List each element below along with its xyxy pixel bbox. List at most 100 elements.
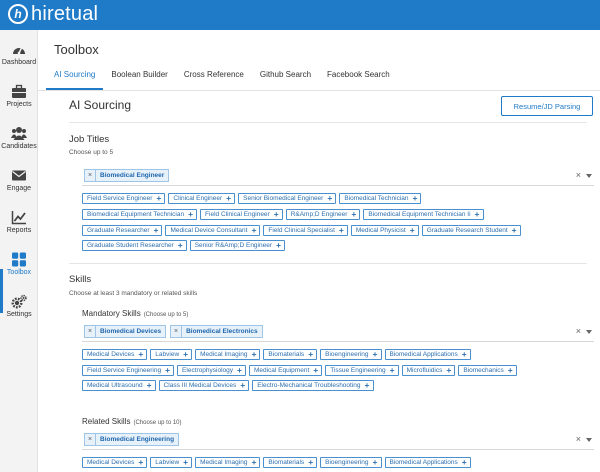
suggestion-chip[interactable]: Electro-Mechanical Troubleshooting +	[252, 380, 374, 391]
suggestion-chip[interactable]: Biomedical Equipment Technician Ii +	[363, 209, 484, 220]
skills-label: Skills	[69, 274, 92, 285]
suggestion-chip[interactable]: Graduate Research Student +	[421, 225, 521, 236]
suggestion-chip-label: Biomedical Technician	[344, 195, 409, 202]
envelope-icon	[12, 170, 26, 181]
related-skills-select[interactable]: × Biomedical Engineering ×	[82, 430, 594, 450]
suggestion-chip[interactable]: Biomedical Technician +	[339, 193, 422, 204]
clear-all-icon[interactable]: ×	[576, 326, 581, 336]
job-title-suggestions: Biomedical Equipment Technician + Field Cl…	[82, 209, 487, 220]
suggestion-chip[interactable]: Graduate Student Researcher +	[82, 240, 187, 251]
suggestion-chip[interactable]: Class III Medical Devices +	[158, 380, 250, 391]
clear-all-icon[interactable]: ×	[576, 434, 581, 444]
suggestion-chip-label: Medical Imaging	[200, 351, 248, 358]
remove-tag-icon[interactable]: ×	[85, 326, 96, 337]
plus-icon: +	[251, 225, 257, 236]
suggestion-chip[interactable]: Bioengineering +	[320, 457, 382, 468]
plus-icon: +	[138, 349, 144, 360]
suggestion-chip[interactable]: Microfluidics +	[401, 365, 456, 376]
suggestion-chip[interactable]: Electrophysiology +	[177, 365, 246, 376]
suggestion-chip[interactable]: Biomedical Applications +	[384, 457, 471, 468]
sidebar-item-settings[interactable]: Settings	[0, 288, 38, 330]
sidebar-item-dashboard[interactable]: Dashboard	[0, 36, 38, 78]
mandatory-skills-select[interactable]: × Biomedical Devices × Biomedical Electr…	[82, 322, 594, 342]
sidebar-label: Reports	[6, 227, 32, 234]
plus-icon: +	[474, 209, 480, 220]
plus-icon: +	[308, 457, 314, 468]
remove-tag-icon[interactable]: ×	[85, 170, 96, 181]
suggestion-chip-label: Medical Ultrasound	[87, 382, 143, 389]
main-content: Toolbox AI Sourcing Boolean Builder Cros…	[38, 30, 600, 472]
clear-all-icon[interactable]: ×	[576, 170, 581, 180]
tab-github-search[interactable]: Github Search	[252, 66, 319, 90]
chevron-down-icon[interactable]	[586, 330, 592, 334]
tab-cross-reference[interactable]: Cross Reference	[176, 66, 252, 90]
suggestion-chip[interactable]: Medical Imaging +	[195, 457, 261, 468]
selected-tag-label: Biomedical Devices	[100, 328, 162, 335]
suggestion-chip[interactable]: Medical Ultrasound +	[82, 380, 156, 391]
suggestion-chip[interactable]: Field Clinical Specialist +	[263, 225, 348, 236]
suggestion-chip[interactable]: Senior Biomedical Engineer +	[238, 193, 337, 204]
suggestion-chip[interactable]: Graduate Researcher +	[82, 225, 163, 236]
tab-facebook-search[interactable]: Facebook Search	[319, 66, 398, 90]
plus-icon: +	[251, 457, 257, 468]
suggestion-chip[interactable]: Medical Imaging +	[195, 349, 261, 360]
remove-tag-icon[interactable]: ×	[85, 434, 96, 445]
suggestion-chip[interactable]: Biomedical Applications +	[384, 349, 471, 360]
suggestion-chip[interactable]: Field Service Engineer +	[82, 193, 166, 204]
job-title-suggestions: Field Service Engineer + Clinical Engineer…	[82, 193, 424, 204]
remove-tag-icon[interactable]: ×	[171, 326, 183, 337]
suggestion-chip[interactable]: Labview +	[150, 349, 193, 360]
plus-icon: +	[146, 380, 152, 391]
suggestion-chip[interactable]: Tissue Engineering +	[325, 365, 399, 376]
suggestion-chip[interactable]: Biomechanics +	[458, 365, 517, 376]
mandatory-skill-suggestions: Medical Ultrasound + Class III Medical Dev…	[82, 380, 377, 391]
selected-tags: × Biomedical Devices × Biomedical Electr…	[84, 325, 267, 338]
suggestion-chip[interactable]: Clinical Engineer +	[168, 193, 236, 204]
suggestion-chip[interactable]: Field Service Engineering +	[82, 365, 175, 376]
suggestion-chip-label: Bioengineering	[325, 459, 369, 466]
suggestion-chip-label: Medical Equipment	[253, 367, 310, 374]
hiretual-logo[interactable]: h hiretual	[8, 4, 98, 24]
grid-icon	[12, 252, 26, 267]
sidebar-item-toolbox[interactable]: Toolbox	[0, 246, 38, 288]
plus-icon: +	[183, 349, 189, 360]
plus-icon: +	[153, 225, 159, 236]
sidebar-item-candidates[interactable]: Candidates	[0, 120, 38, 162]
sidebar-item-reports[interactable]: Reports	[0, 204, 38, 246]
suggestion-chip[interactable]: Medical Equipment +	[248, 365, 323, 376]
sidebar-item-projects[interactable]: Projects	[0, 78, 38, 120]
suggestion-chip-label: Biomedical Applications	[389, 351, 458, 358]
sidebar-item-engage[interactable]: Engage	[0, 162, 38, 204]
selected-mandatory-skill: × Biomedical Electronics	[170, 325, 263, 338]
resume-jd-parsing-button[interactable]: Resume/JD Parsing	[501, 96, 593, 116]
suggestion-chip[interactable]: Medical Devices +	[82, 457, 148, 468]
job-titles-select[interactable]: × Biomedical Engineer ×	[82, 166, 594, 186]
suggestion-chip[interactable]: Bioengineering +	[320, 349, 382, 360]
suggestion-chip-label: Biomechanics	[463, 367, 504, 374]
tab-boolean-builder[interactable]: Boolean Builder	[103, 66, 175, 90]
plus-icon: +	[156, 193, 162, 204]
suggestion-chip[interactable]: Medical Physicist +	[350, 225, 419, 236]
divider	[69, 122, 587, 123]
suggestion-chip[interactable]: Medical Devices +	[82, 349, 148, 360]
suggestion-chip[interactable]: Field Clinical Engineer +	[200, 209, 283, 220]
suggestion-chip[interactable]: Medical Device Consultant +	[165, 225, 261, 236]
sidebar: Dashboard Projects Candidates Engage Rep…	[0, 30, 38, 472]
plus-icon: +	[138, 457, 144, 468]
suggestion-chip[interactable]: Senior R&Amp;D Engineer +	[189, 240, 285, 251]
chevron-down-icon[interactable]	[586, 438, 592, 442]
suggestion-chip-label: Bioengineering	[325, 351, 369, 358]
plus-icon: +	[372, 349, 378, 360]
plus-icon: +	[313, 365, 319, 376]
sidebar-label: Candidates	[1, 143, 37, 150]
plus-icon: +	[165, 365, 171, 376]
suggestion-chip[interactable]: Biomedical Equipment Technician +	[82, 209, 198, 220]
chevron-down-icon[interactable]	[586, 174, 592, 178]
suggestion-chip[interactable]: Biomaterials +	[263, 349, 318, 360]
suggestion-chip[interactable]: Labview +	[150, 457, 193, 468]
suggestion-chip[interactable]: R&Amp;D Engineer +	[285, 209, 361, 220]
plus-icon: +	[251, 349, 257, 360]
tab-ai-sourcing[interactable]: AI Sourcing	[46, 66, 104, 90]
mandatory-skill-suggestions: Field Service Engineering + Electrophysiol…	[82, 365, 520, 376]
suggestion-chip[interactable]: Biomaterials +	[263, 457, 318, 468]
